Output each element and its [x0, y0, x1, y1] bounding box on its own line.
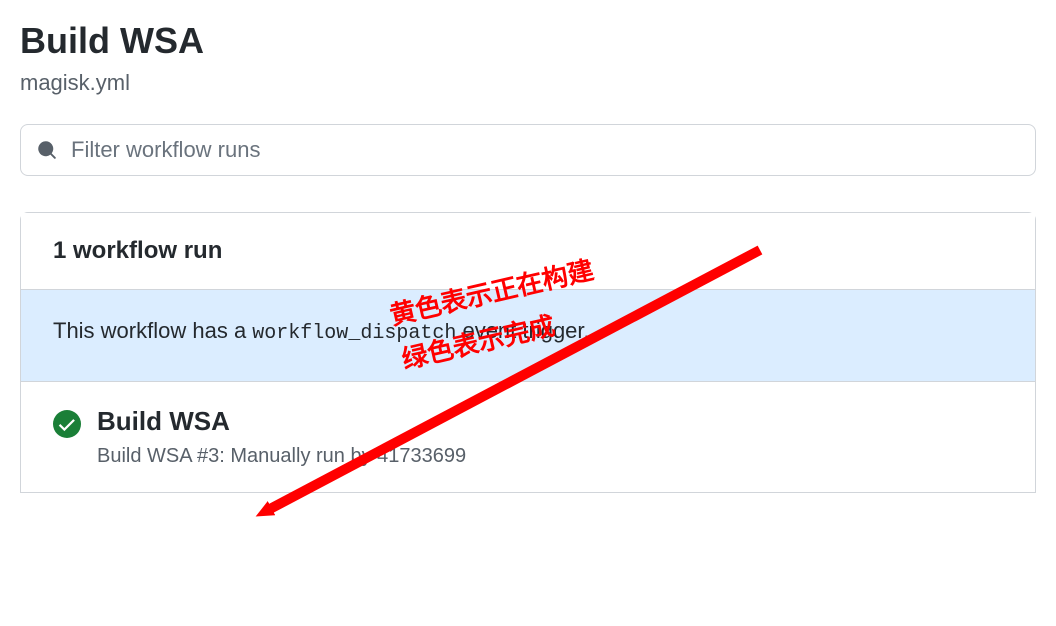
banner-suffix: event trigger. — [456, 318, 589, 343]
runs-count-header: 1 workflow run — [21, 213, 1035, 290]
dispatch-info-banner: This workflow has a workflow_dispatch ev… — [21, 290, 1035, 382]
run-content: Build WSA Build WSA #3: Manually run by … — [97, 406, 466, 468]
workflow-runs-panel: 1 workflow run This workflow has a workf… — [20, 212, 1036, 493]
success-check-icon — [53, 410, 81, 438]
page-title: Build WSA — [20, 20, 1036, 62]
workflow-run-item[interactable]: Build WSA Build WSA #3: Manually run by … — [21, 382, 1035, 492]
banner-code: workflow_dispatch — [252, 322, 456, 345]
search-icon — [37, 140, 57, 160]
search-input[interactable] — [71, 137, 1019, 163]
run-meta: Build WSA #3: Manually run by 41733699 — [97, 445, 466, 468]
workflow-filename: magisk.yml — [20, 70, 1036, 96]
banner-prefix: This workflow has a — [53, 318, 252, 343]
run-title[interactable]: Build WSA — [97, 406, 466, 437]
search-box[interactable] — [20, 124, 1036, 176]
